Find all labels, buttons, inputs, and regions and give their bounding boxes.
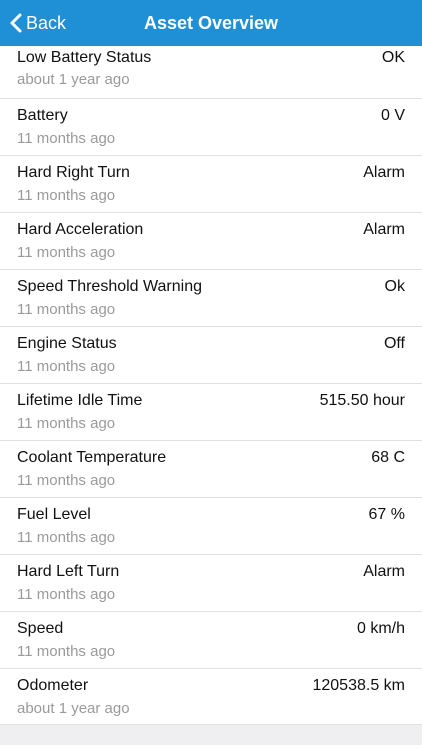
item-time: 11 months ago xyxy=(17,358,116,375)
list-item: Coolant Temperature 11 months ago 68 C xyxy=(0,441,422,498)
item-value: Alarm xyxy=(363,164,405,181)
list-item: Low Battery Status about 1 year ago OK xyxy=(0,46,422,99)
item-name: Speed xyxy=(17,620,64,637)
item-time: 11 months ago xyxy=(17,187,116,204)
item-time: 11 months ago xyxy=(17,244,116,261)
list-item: Odometer about 1 year ago 120538.5 km xyxy=(0,669,422,725)
item-name: Coolant Temperature xyxy=(17,449,167,466)
item-value: 120538.5 km xyxy=(312,677,405,694)
item-name: Fuel Level xyxy=(17,506,91,523)
item-name: Engine Status xyxy=(17,335,117,352)
item-time: 11 months ago xyxy=(17,472,116,489)
item-value: 68 C xyxy=(371,449,405,466)
chevron-left-icon xyxy=(10,13,22,33)
item-time: 11 months ago xyxy=(17,529,116,546)
item-value: 0 V xyxy=(380,107,405,124)
item-time: 11 months ago xyxy=(17,301,116,318)
item-time: about 1 year ago xyxy=(17,700,130,717)
item-time: 11 months ago xyxy=(17,586,116,603)
item-time: about 1 year ago xyxy=(17,71,130,88)
item-value: Off xyxy=(383,335,405,352)
item-name: Speed Threshold Warning xyxy=(17,278,202,295)
list-item: Hard Left Turn 11 months ago Alarm xyxy=(0,555,422,612)
nav-bar: Back Asset Overview xyxy=(0,0,422,46)
item-value: OK xyxy=(381,49,405,66)
item-value: Ok xyxy=(384,278,405,295)
item-name: Battery xyxy=(17,107,68,124)
item-name: Lifetime Idle Time xyxy=(17,392,143,409)
page-title: Asset Overview xyxy=(143,12,279,33)
item-name: Hard Acceleration xyxy=(17,221,144,238)
item-name: Hard Left Turn xyxy=(17,563,120,580)
list-footer xyxy=(0,725,422,745)
item-name: Hard Right Turn xyxy=(17,164,130,181)
item-value: 67 % xyxy=(368,506,405,523)
sensor-list: Low Battery Status about 1 year ago OK B… xyxy=(0,46,422,725)
list-item: Hard Acceleration 11 months ago Alarm xyxy=(0,213,422,270)
item-value: 0 km/h xyxy=(356,620,405,637)
list-item: Speed Threshold Warning 11 months ago Ok xyxy=(0,270,422,327)
item-time: 11 months ago xyxy=(17,415,116,432)
list-item: Engine Status 11 months ago Off xyxy=(0,327,422,384)
item-value: Alarm xyxy=(363,563,405,580)
list-item: Fuel Level 11 months ago 67 % xyxy=(0,498,422,555)
list-item: Lifetime Idle Time 11 months ago 515.50 … xyxy=(0,384,422,441)
back-button[interactable]: Back xyxy=(10,0,66,46)
list-item: Hard Right Turn 11 months ago Alarm xyxy=(0,156,422,213)
item-time: 11 months ago xyxy=(17,643,116,660)
item-value: Alarm xyxy=(363,221,405,238)
item-value: 515.50 hour xyxy=(319,392,405,409)
item-name: Low Battery Status xyxy=(17,49,152,66)
back-label: Back xyxy=(26,12,67,33)
item-time: 11 months ago xyxy=(17,130,116,147)
list-item: Speed 11 months ago 0 km/h xyxy=(0,612,422,669)
list-item: Battery 11 months ago 0 V xyxy=(0,99,422,156)
item-name: Odometer xyxy=(17,677,89,694)
